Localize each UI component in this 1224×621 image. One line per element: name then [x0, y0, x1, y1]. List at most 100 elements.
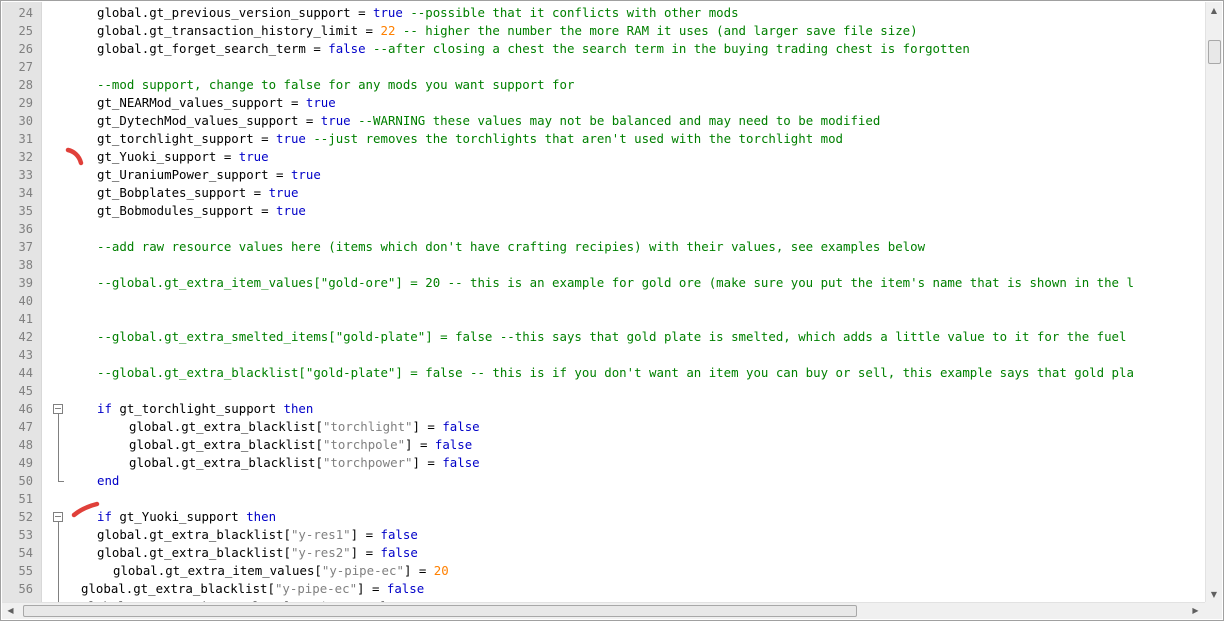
code-token: ] =: [405, 437, 435, 452]
code-token: gt_Bobplates_support =: [97, 185, 269, 200]
code-line: global.gt_extra_blacklist["torchlight"] …: [129, 418, 480, 436]
code-token: false: [380, 545, 418, 560]
code-line: if gt_Yuoki_support then: [97, 508, 276, 526]
line-number: 44: [18, 366, 33, 380]
code-token: ] =: [412, 419, 443, 434]
code-token: global.gt_extra_blacklist[: [97, 545, 291, 560]
code-editor[interactable]: 24 25 26 27 28 29 30 31 32 33 34 35 36 37 38 39 40 41 42 43…: [0, 0, 1224, 621]
horizontal-scroll-thumb[interactable]: [23, 605, 857, 617]
code-token: ] =: [412, 455, 443, 470]
code-token: ] =: [403, 563, 434, 578]
code-line: if gt_torchlight_support then: [97, 400, 313, 418]
code-token: gt_DytechMod_values_support =: [97, 113, 321, 128]
line-number: 43: [18, 348, 33, 362]
code-token: false: [442, 419, 480, 434]
code-token: "y-pipe-ec": [321, 563, 404, 578]
line-number: 41: [18, 312, 33, 326]
code-token: gt_torchlight_support =: [97, 131, 277, 146]
code-line: gt_Yuoki_support = true: [97, 148, 269, 166]
code-token: ] =: [350, 545, 381, 560]
code-line: --global.gt_extra_item_values["gold-ore"…: [97, 274, 1134, 292]
code-token: false: [328, 41, 366, 56]
line-number: 37: [18, 240, 33, 254]
fold-guide-line: [58, 414, 59, 481]
code-token: if: [97, 509, 112, 524]
code-token: global.gt_previous_version_support =: [97, 5, 374, 20]
scroll-right-arrow-icon[interactable]: ▶: [1187, 603, 1204, 619]
code-token: true: [290, 167, 321, 182]
line-number: 31: [18, 132, 33, 146]
line-number: 47: [18, 420, 33, 434]
code-text-area[interactable]: global.gt_previous_version_support = tru…: [69, 2, 1205, 603]
code-token: --global.gt_extra_blacklist["gold-plate"…: [97, 365, 1134, 380]
code-line: global.gt_extra_blacklist["y-res1"] = fa…: [97, 526, 418, 544]
code-token: gt_torchlight_support: [111, 401, 284, 416]
code-line: gt_Bobmodules_support = true: [97, 202, 306, 220]
code-line: gt_NEARMod_values_support = true: [97, 94, 336, 112]
fold-toggle-icon[interactable]: [53, 404, 63, 414]
code-token: 22: [380, 23, 396, 38]
code-token: --after closing a chest the search term …: [365, 41, 970, 56]
code-line: global.gt_previous_version_support = tru…: [97, 4, 739, 22]
code-token: gt_Yuoki_support: [111, 509, 247, 524]
vertical-scrollbar[interactable]: ▲ ▼: [1205, 2, 1222, 603]
code-token: 20: [433, 563, 449, 578]
code-token: false: [380, 527, 418, 542]
line-number: 24: [18, 6, 33, 20]
code-token: then: [283, 401, 314, 416]
fold-end-marker: [58, 481, 64, 482]
code-token: true: [320, 113, 351, 128]
code-token: end: [97, 473, 120, 488]
code-line: global.gt_transaction_history_limit = 22…: [97, 22, 918, 40]
code-line: gt_Bobplates_support = true: [97, 184, 298, 202]
code-token: gt_Yuoki_support =: [97, 149, 239, 164]
code-token: "y-res1": [290, 527, 351, 542]
code-token: true: [305, 95, 336, 110]
scroll-left-arrow-icon[interactable]: ◀: [2, 603, 19, 619]
code-token: true: [268, 185, 299, 200]
scrollbar-corner: [1205, 602, 1222, 619]
line-number: 29: [18, 96, 33, 110]
code-token: false: [442, 455, 480, 470]
code-line: global.gt_extra_item_values["y-pipe-ec"]…: [113, 562, 449, 580]
code-line: --add raw resource values here (items wh…: [97, 238, 925, 256]
vertical-scroll-thumb[interactable]: [1208, 40, 1221, 64]
code-token: gt_Bobmodules_support =: [97, 203, 277, 218]
code-token: global.gt_transaction_history_limit =: [97, 23, 381, 38]
code-token: "y-pipe-ec": [274, 581, 358, 596]
horizontal-scrollbar[interactable]: ◀ ▶: [2, 602, 1206, 619]
fold-guide-line: [58, 522, 59, 603]
code-token: --add raw resource values here (items wh…: [97, 239, 926, 254]
code-line: global.gt_extra_blacklist["y-pipe-ec"] =…: [81, 580, 424, 598]
code-token: global.gt_extra_blacklist[: [129, 419, 323, 434]
code-token: true: [373, 5, 403, 20]
code-token: global.gt_forget_search_term =: [97, 41, 329, 56]
scroll-up-arrow-icon[interactable]: ▲: [1206, 2, 1222, 19]
line-number: 30: [18, 114, 33, 128]
line-number: 33: [18, 168, 33, 182]
code-token: -- higher the number the more RAM it use…: [395, 23, 918, 38]
code-token: --possible that it conflicts with other …: [402, 5, 739, 20]
code-token: true: [276, 203, 306, 218]
code-line: --mod support, change to false for any m…: [97, 76, 574, 94]
code-line: global.gt_extra_blacklist["y-res2"] = fa…: [97, 544, 418, 562]
code-token: global.gt_extra_blacklist[: [81, 581, 275, 596]
code-token: "y-res2": [290, 545, 351, 560]
code-token: --WARNING these values may not be balanc…: [350, 113, 881, 128]
scroll-down-arrow-icon[interactable]: ▼: [1206, 586, 1222, 603]
code-token: global.gt_extra_blacklist[: [129, 455, 323, 470]
line-number: 27: [18, 60, 33, 74]
fold-margin: [41, 2, 69, 603]
line-number: 36: [18, 222, 33, 236]
line-number: 53: [18, 528, 33, 542]
line-number: 32: [18, 150, 33, 164]
line-number: 54: [18, 546, 33, 560]
fold-toggle-icon[interactable]: [53, 512, 63, 522]
code-token: --mod support, change to false for any m…: [97, 77, 575, 92]
line-number: 35: [18, 204, 33, 218]
code-token: ] =: [357, 581, 387, 596]
line-number: 39: [18, 276, 33, 290]
code-token: true: [276, 131, 306, 146]
code-line: gt_DytechMod_values_support = true --WAR…: [97, 112, 880, 130]
line-number: 45: [18, 384, 33, 398]
